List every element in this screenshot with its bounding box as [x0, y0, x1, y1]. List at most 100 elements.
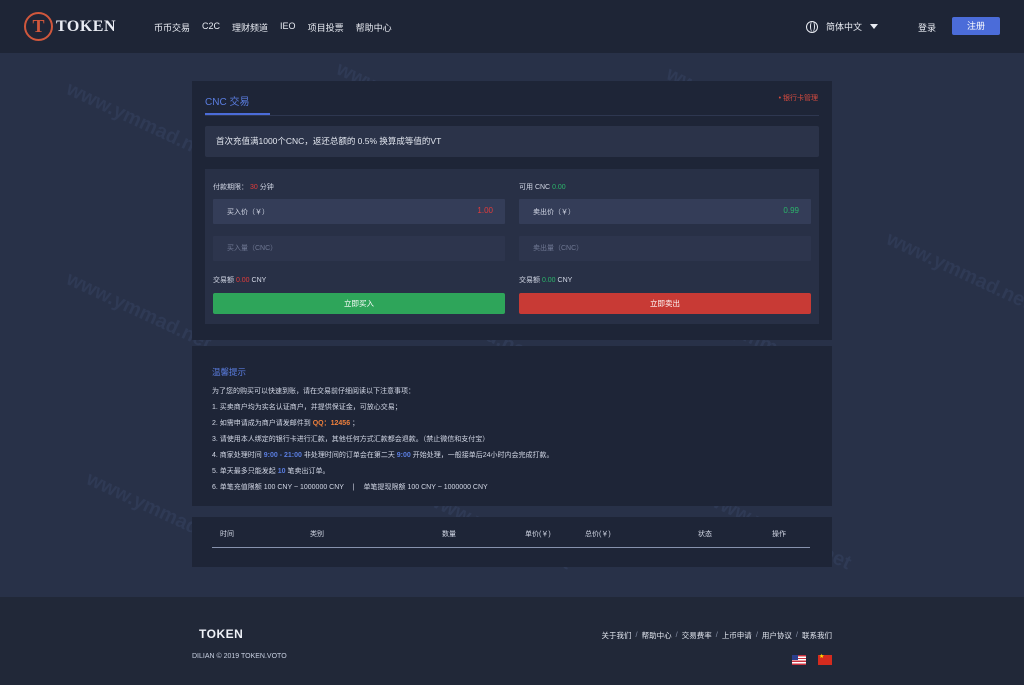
- trade-form: 付款期限： 30 分钟 买入价（￥） 1.00 交易额 0.00 CNY 立即买…: [205, 169, 819, 324]
- tip-hours: 9:00 - 21:00: [263, 452, 302, 459]
- column-header-status: 状态: [698, 531, 712, 538]
- language-selector[interactable]: 简体中文: [806, 20, 879, 33]
- nav-item-voting[interactable]: 项目投票: [308, 21, 344, 34]
- login-link[interactable]: 登录: [918, 21, 936, 34]
- language-flags: [780, 653, 832, 665]
- footer-link-fees[interactable]: 交易费率: [682, 630, 712, 641]
- nav-item-help[interactable]: 帮助中心: [356, 21, 392, 34]
- deadline-value: 30: [249, 184, 258, 191]
- register-button[interactable]: 注册: [952, 17, 1000, 35]
- available-balance: 可用 CNC 0.00: [519, 182, 566, 192]
- main-container: CNC 交易 • 银行卡管理 首次充值满1000个CNC，返还总额的 0.5% …: [192, 81, 832, 567]
- tip-count: 10: [277, 468, 286, 475]
- tip-text: 笔卖出订单。: [285, 468, 330, 475]
- tip-qq: QQ：12456: [312, 420, 351, 427]
- trade-panel: CNC 交易 • 银行卡管理 首次充值满1000个CNC，返还总额的 0.5% …: [192, 81, 832, 340]
- deadline-unit: 分钟: [259, 184, 274, 191]
- tip-text: 2. 如需申请成为商户请发邮件到: [212, 420, 313, 427]
- tip-text: 5. 单天最多只能发起: [212, 468, 278, 475]
- divider: /: [715, 630, 718, 639]
- bank-card-manage-link[interactable]: • 银行卡管理: [779, 93, 818, 103]
- token-logo-icon: T: [24, 12, 53, 41]
- sell-price-value: 0.99: [783, 206, 799, 215]
- tips-list: 为了您的购买可以快速到账，请在交易前仔细阅读以下注意事项： 1. 买卖商户均为实…: [212, 384, 554, 496]
- sell-now-button[interactable]: 立即卖出: [519, 293, 811, 314]
- top-navbar: T TOKEN 币币交易 C2C 理财频道 IEO 项目投票 帮助中心 简体中文…: [0, 0, 1024, 53]
- tab-active-indicator: [205, 113, 270, 115]
- tip-item: 4. 商家处理时间 9:00 - 21:00 非处理时间的订单会在第二天 9:0…: [212, 448, 554, 464]
- language-label: 简体中文: [826, 22, 863, 32]
- tips-title: 温馨提示: [212, 367, 247, 377]
- sell-quantity-input[interactable]: [519, 236, 811, 261]
- divider: /: [635, 630, 638, 639]
- footer-link-terms[interactable]: 用户协议: [762, 630, 792, 641]
- tip-text: 4. 商家处理时间: [212, 452, 264, 459]
- tip-item: 1. 买卖商户均为实名认证商户，并提供保证金，可放心交易；: [212, 404, 402, 411]
- available-value: 0.00: [552, 184, 566, 191]
- footer-logo[interactable]: TOKEN: [199, 627, 243, 641]
- column-header-type: 类别: [310, 531, 324, 538]
- footer-link-help[interactable]: 帮助中心: [642, 630, 672, 641]
- divider: /: [795, 630, 798, 639]
- buy-amount-value: 0.00: [235, 277, 250, 284]
- divider: /: [675, 630, 678, 639]
- buy-quantity-field[interactable]: [213, 236, 505, 261]
- caret-down-icon: [870, 24, 879, 29]
- logo-text: TOKEN: [56, 17, 116, 35]
- column-header-total: 总价(￥): [585, 531, 611, 538]
- tab-cnc-trade[interactable]: CNC 交易: [205, 93, 249, 108]
- watermark-text: www.ymmad.net: [882, 227, 1024, 315]
- main-nav: 币币交易 C2C 理财频道 IEO 项目投票 帮助中心: [154, 21, 404, 34]
- cn-flag-icon[interactable]: [818, 653, 832, 665]
- footer-link-about[interactable]: 关于我们: [602, 630, 632, 641]
- column-header-quantity: 数量: [442, 531, 456, 538]
- sell-amount-value: 0.00: [541, 277, 556, 284]
- tip-text: 非处理时间的订单会在第二天: [301, 452, 397, 459]
- buy-quantity-input[interactable]: [213, 236, 505, 261]
- sell-price-row: 卖出价（￥） 0.99: [519, 199, 811, 224]
- tip-item: 3. 请使用本人绑定的银行卡进行汇款，其他任何方式汇款都会退款。（禁止微信和支付…: [212, 436, 490, 443]
- tips-intro: 为了您的购买可以快速到账，请在交易前仔细阅读以下注意事项：: [212, 388, 415, 395]
- logo[interactable]: T TOKEN: [24, 12, 116, 41]
- column-header-unit-price: 单价(￥): [525, 531, 551, 538]
- sell-amount: 交易额 0.00 CNY: [519, 275, 572, 285]
- buy-price-value: 1.00: [477, 206, 493, 215]
- footer-links: 关于我们 / 帮助中心 / 交易费率 / 上币申请 / 用户协议 / 联系我们: [602, 630, 832, 641]
- sell-amount-unit: CNY: [557, 277, 573, 284]
- footer: TOKEN DILIAN © 2019 TOKEN.VOTO 关于我们 / 帮助中…: [0, 597, 1024, 685]
- footer-link-contact[interactable]: 联系我们: [802, 630, 832, 641]
- sell-price-label: 卖出价（￥）: [533, 209, 575, 216]
- divider: /: [755, 630, 758, 639]
- promo-notice: 首次充值满1000个CNC，返还总额的 0.5% 换算成等值的VT: [205, 126, 819, 157]
- nav-item-spot-trading[interactable]: 币币交易: [154, 21, 190, 34]
- nav-item-c2c[interactable]: C2C: [202, 21, 220, 34]
- buy-amount: 交易额 0.00 CNY: [213, 275, 266, 285]
- copyright: DILIAN © 2019 TOKEN.VOTO: [192, 653, 287, 660]
- tip-text: ；: [350, 420, 360, 427]
- us-flag-icon[interactable]: [792, 655, 806, 665]
- table-header-divider: [212, 547, 810, 548]
- orders-table: 时间 类别 数量 单价(￥) 总价(￥) 状态 操作: [192, 517, 832, 567]
- nav-item-ieo[interactable]: IEO: [280, 21, 296, 34]
- nav-item-finance[interactable]: 理财频道: [232, 21, 268, 34]
- buy-amount-label: 交易额: [213, 277, 234, 284]
- payment-deadline: 付款期限： 30 分钟: [213, 182, 274, 192]
- tip-item: 2. 如需申请成为商户请发邮件到 QQ：12456 ；: [212, 416, 554, 432]
- tip-item: 5. 单天最多只能发起 10 笔卖出订单。: [212, 464, 554, 480]
- sell-amount-label: 交易额: [519, 277, 540, 284]
- buy-price-row: 买入价（￥） 1.00: [213, 199, 505, 224]
- sell-quantity-field[interactable]: [519, 236, 811, 261]
- column-header-time: 时间: [220, 531, 234, 538]
- buy-now-button[interactable]: 立即买入: [213, 293, 505, 314]
- column-header-action: 操作: [772, 531, 786, 538]
- tip-item: 6. 单笔充值限额 100 CNY ~ 1000000 CNY | 单笔提现限额…: [212, 484, 488, 491]
- available-label: 可用 CNC: [519, 184, 551, 191]
- tip-hours: 9:00: [396, 452, 411, 459]
- buy-price-label: 买入价（￥）: [227, 209, 269, 216]
- tip-text: 开始处理，一般接单后24小时内会完成打款。: [410, 452, 554, 459]
- buy-amount-unit: CNY: [251, 277, 267, 284]
- deadline-label: 付款期限：: [213, 184, 248, 191]
- tab-divider: [205, 115, 819, 116]
- globe-icon: [806, 20, 818, 33]
- footer-link-listing[interactable]: 上币申请: [722, 630, 752, 641]
